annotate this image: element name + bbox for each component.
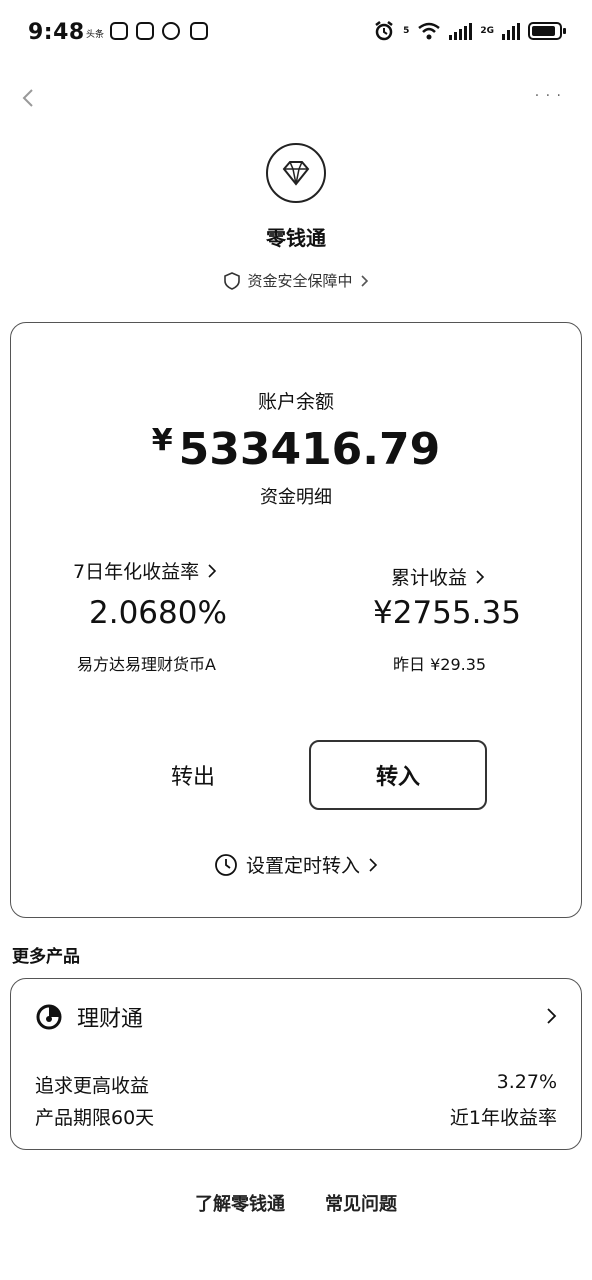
- cumulative-income-link[interactable]: 累计收益: [391, 563, 485, 590]
- safety-text: 资金安全保障中: [247, 272, 353, 290]
- product-row: 产品期限60天 近1年收益率: [35, 1103, 557, 1130]
- product-card[interactable]: 理财通 追求更高收益 3.27% 产品期限60天 近1年收益率: [10, 978, 582, 1150]
- faq-link[interactable]: 常见问题: [325, 1190, 397, 1216]
- network-type-tag: 2G: [480, 25, 494, 36]
- transfer-out-button[interactable]: 转出: [171, 759, 215, 791]
- licaitong-icon: [36, 1004, 62, 1030]
- clock-icon: [215, 853, 237, 876]
- wifi-tag: 5: [403, 25, 410, 36]
- cumulative-income-label: 累计收益: [391, 567, 468, 589]
- wifi-icon: [418, 22, 441, 40]
- notification-app-icon: [190, 22, 208, 40]
- yesterday-income: 昨日 ¥29.35: [393, 655, 487, 674]
- safety-link[interactable]: 资金安全保障中: [0, 270, 592, 291]
- battery-icon: [528, 22, 566, 40]
- notification-app-icon: [110, 22, 128, 40]
- more-products-title: 更多产品: [12, 947, 80, 967]
- notification-app-icon: [136, 22, 154, 40]
- chevron-right-icon: [369, 857, 378, 872]
- currency-symbol: ¥: [151, 423, 173, 458]
- product-rate-label: 近1年收益率: [449, 1107, 557, 1129]
- signal-bars-icon: [449, 22, 473, 40]
- fund-details-link[interactable]: 资金明细: [11, 483, 581, 509]
- product-tagline: 追求更高收益: [35, 1075, 150, 1097]
- transfer-in-button[interactable]: 转入: [309, 740, 487, 810]
- schedule-transfer-text: 设置定时转入: [245, 855, 360, 877]
- product-rate: 3.27%: [496, 1071, 557, 1093]
- status-time: 9:48: [28, 20, 85, 45]
- back-arrow-icon[interactable]: [16, 84, 40, 112]
- product-row: 追求更高收益 3.27%: [35, 1071, 557, 1098]
- cumulative-income-value: ¥2755.35: [373, 595, 521, 631]
- chevron-right-icon[interactable]: [545, 1007, 557, 1025]
- status-app-label: 头条: [86, 30, 105, 40]
- account-card: 账户余额 ¥533416.79 资金明细 7日年化收益率 2.0680% 易方达…: [10, 322, 582, 918]
- chevron-right-icon: [208, 563, 217, 578]
- chevron-right-icon: [476, 569, 485, 584]
- yield-rate-link[interactable]: 7日年化收益率: [73, 557, 217, 584]
- notification-app-icon: [162, 22, 180, 40]
- fund-name: 易方达易理财货币A: [77, 655, 216, 674]
- balance-label: 账户余额: [257, 391, 334, 413]
- learn-more-link[interactable]: 了解零钱通: [195, 1190, 285, 1216]
- alarm-icon: [375, 21, 393, 41]
- page-title: 零钱通: [266, 226, 326, 250]
- schedule-transfer-link[interactable]: 设置定时转入: [11, 851, 581, 878]
- product-header: 理财通: [35, 1001, 143, 1033]
- more-menu-icon[interactable]: · · ·: [535, 88, 562, 104]
- yield-rate-value: 2.0680%: [89, 595, 227, 631]
- product-name: 理财通: [77, 1007, 144, 1032]
- signal-bars-icon: [502, 22, 520, 40]
- balance-value: ¥533416.79: [11, 423, 581, 475]
- status-indicators: 5 2G: [373, 20, 566, 42]
- chevron-right-icon: [360, 274, 368, 287]
- product-term: 产品期限60天: [35, 1107, 155, 1129]
- status-bar: 9:48 头条 5 2G: [0, 0, 592, 68]
- yield-rate-label: 7日年化收益率: [73, 561, 200, 583]
- footer-links: 了解零钱通 常见问题: [0, 1190, 592, 1216]
- balance-amount: 533416.79: [178, 424, 441, 475]
- shield-icon: [224, 271, 241, 290]
- diamond-icon: [266, 143, 326, 203]
